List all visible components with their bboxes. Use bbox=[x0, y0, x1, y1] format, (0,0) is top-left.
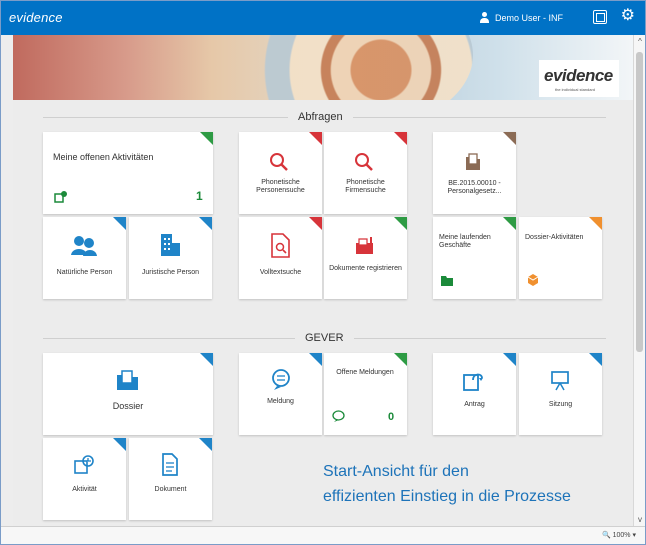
tile-be-2015-00010[interactable]: BE.2015.00010 - Personalgesetz... bbox=[433, 132, 516, 214]
tile-dossier-aktivitaeten[interactable]: Dossier-Aktivitäten bbox=[519, 217, 602, 299]
dossier-icon bbox=[117, 370, 138, 390]
tile-label: Natürliche Person bbox=[56, 269, 113, 276]
chat-icon bbox=[332, 410, 345, 422]
mailbox-icon bbox=[356, 237, 373, 254]
chat-icon bbox=[272, 369, 290, 390]
activity-icon bbox=[54, 191, 67, 203]
header-banner: evidence the individual standard bbox=[13, 35, 635, 100]
tile-corner-green bbox=[200, 132, 213, 145]
tile-phonetische-firmensuche[interactable]: Phonetische Firmensuche bbox=[324, 132, 407, 214]
tile-label: Phonetische Firmensuche bbox=[345, 179, 386, 194]
tile-corner-brown bbox=[503, 132, 516, 145]
tile-label: Dokumente registrieren bbox=[329, 265, 402, 272]
user-name: Demo User - INF bbox=[494, 12, 563, 23]
user-icon bbox=[479, 12, 490, 23]
tile-label: Sitzung bbox=[548, 401, 573, 408]
cube-icon[interactable] bbox=[593, 10, 607, 24]
tile-meine-offenen-aktivitaeten[interactable]: Meine offenen Aktivitäten 1 bbox=[43, 132, 213, 214]
tile-dokument[interactable]: Dokument bbox=[129, 438, 212, 520]
tile-corner-blue bbox=[503, 353, 516, 366]
top-bar: evidence Demo User - INF ⚙ bbox=[1, 1, 645, 35]
tile-dossier[interactable]: Dossier bbox=[43, 353, 213, 435]
nautilus-shell-image bbox=[243, 35, 473, 100]
tile-antrag[interactable]: Antrag bbox=[433, 353, 516, 435]
start-view-hint: Start-Ansicht für den effizienten Einsti… bbox=[323, 459, 571, 509]
tile-corner-red bbox=[394, 132, 407, 145]
tile-label: Meine offenen Aktivitäten bbox=[53, 152, 154, 162]
building-icon bbox=[161, 234, 180, 256]
tile-corner-blue bbox=[199, 217, 212, 230]
gear-icon[interactable]: ⚙ bbox=[621, 8, 635, 24]
tile-natuerliche-person[interactable]: Natürliche Person bbox=[43, 217, 126, 299]
package-icon bbox=[527, 274, 539, 286]
vertical-scrollbar[interactable]: ^ v bbox=[633, 35, 645, 527]
document-icon bbox=[162, 453, 178, 476]
activity-count: 1 bbox=[196, 189, 203, 203]
main-content: Abfragen Meine offenen Aktivitäten 1 Pho… bbox=[13, 100, 635, 527]
app-logo[interactable]: evidence bbox=[9, 10, 63, 25]
tile-phonetische-personensuche[interactable]: Phonetische Personensuche bbox=[239, 132, 322, 214]
person-icon bbox=[71, 236, 97, 256]
presentation-icon bbox=[551, 371, 569, 391]
tile-offene-meldungen[interactable]: Offene Meldungen 0 bbox=[324, 353, 407, 435]
tile-label: Dossier bbox=[112, 401, 144, 411]
scroll-thumb[interactable] bbox=[636, 52, 643, 352]
activity-icon bbox=[74, 455, 94, 474]
brand-logo: evidence bbox=[544, 66, 613, 85]
search-icon bbox=[355, 153, 373, 171]
tile-label: Dokument bbox=[154, 486, 187, 493]
tile-juristische-person[interactable]: Juristische Person bbox=[129, 217, 212, 299]
tile-corner-green bbox=[394, 217, 407, 230]
tile-corner-green bbox=[394, 353, 407, 366]
tile-meine-laufenden-geschaefte[interactable]: Meine laufenden Geschäfte bbox=[433, 217, 516, 299]
tile-corner-blue bbox=[589, 353, 602, 366]
tile-sitzung[interactable]: Sitzung bbox=[519, 353, 602, 435]
tile-label: Offene Meldungen bbox=[336, 369, 394, 376]
brand-tagline: the individual standard bbox=[555, 87, 596, 92]
hint-line-2: effizienten Einstieg in die Prozesse bbox=[323, 488, 571, 505]
hint-line-1: Start-Ansicht für den bbox=[323, 463, 469, 480]
search-icon bbox=[270, 153, 288, 171]
zoom-icon: 🔍 bbox=[601, 532, 611, 539]
tile-corner-green bbox=[503, 217, 516, 230]
tile-corner-blue bbox=[309, 353, 322, 366]
tile-corner-blue bbox=[113, 438, 126, 451]
zoom-value: 100% bbox=[612, 532, 631, 539]
tile-corner-red bbox=[309, 217, 322, 230]
document-folder-icon bbox=[466, 153, 480, 170]
request-icon bbox=[463, 373, 483, 391]
application-window: evidence Demo User - INF ⚙ evidence the … bbox=[0, 0, 646, 545]
status-bar: 🔍 100% ▾ bbox=[1, 526, 645, 544]
tile-meldung[interactable]: Meldung bbox=[239, 353, 322, 435]
tile-corner-blue bbox=[199, 438, 212, 451]
tile-corner-blue bbox=[200, 353, 213, 366]
tile-label: Meldung bbox=[267, 398, 294, 405]
tile-label: Volltextsuche bbox=[259, 269, 302, 276]
scroll-down-icon[interactable]: v bbox=[636, 516, 644, 524]
tile-label: Aktivität bbox=[72, 486, 97, 493]
zoom-control[interactable]: 🔍 100% ▾ bbox=[602, 531, 636, 539]
zoom-dropdown-icon[interactable]: ▾ bbox=[632, 532, 636, 539]
tile-corner-orange bbox=[589, 217, 602, 230]
tile-volltextsuche[interactable]: Volltextsuche bbox=[239, 217, 322, 299]
section-title-gever: GEVER bbox=[295, 332, 354, 344]
scroll-up-icon[interactable]: ^ bbox=[636, 38, 644, 46]
tile-label: BE.2015.00010 - Personalgesetz... bbox=[447, 180, 502, 195]
section-title-abfragen: Abfragen bbox=[288, 111, 353, 123]
document-search-icon bbox=[271, 233, 290, 258]
tile-label: Phonetische Personensuche bbox=[256, 179, 305, 194]
tile-label: Dossier-Aktivitäten bbox=[525, 234, 584, 241]
tile-label: Juristische Person bbox=[141, 269, 200, 276]
message-count: 0 bbox=[388, 411, 395, 423]
brand-box: evidence the individual standard bbox=[539, 60, 619, 97]
folder-icon bbox=[441, 276, 453, 286]
tile-dokumente-registrieren[interactable]: Dokumente registrieren bbox=[324, 217, 407, 299]
tile-corner-red bbox=[309, 132, 322, 145]
tile-corner-blue bbox=[113, 217, 126, 230]
tile-label: Meine laufenden Geschäfte bbox=[439, 234, 491, 249]
user-menu[interactable]: Demo User - INF bbox=[479, 12, 563, 23]
tile-label: Antrag bbox=[464, 401, 485, 408]
tile-aktivitaet[interactable]: Aktivität bbox=[43, 438, 126, 520]
